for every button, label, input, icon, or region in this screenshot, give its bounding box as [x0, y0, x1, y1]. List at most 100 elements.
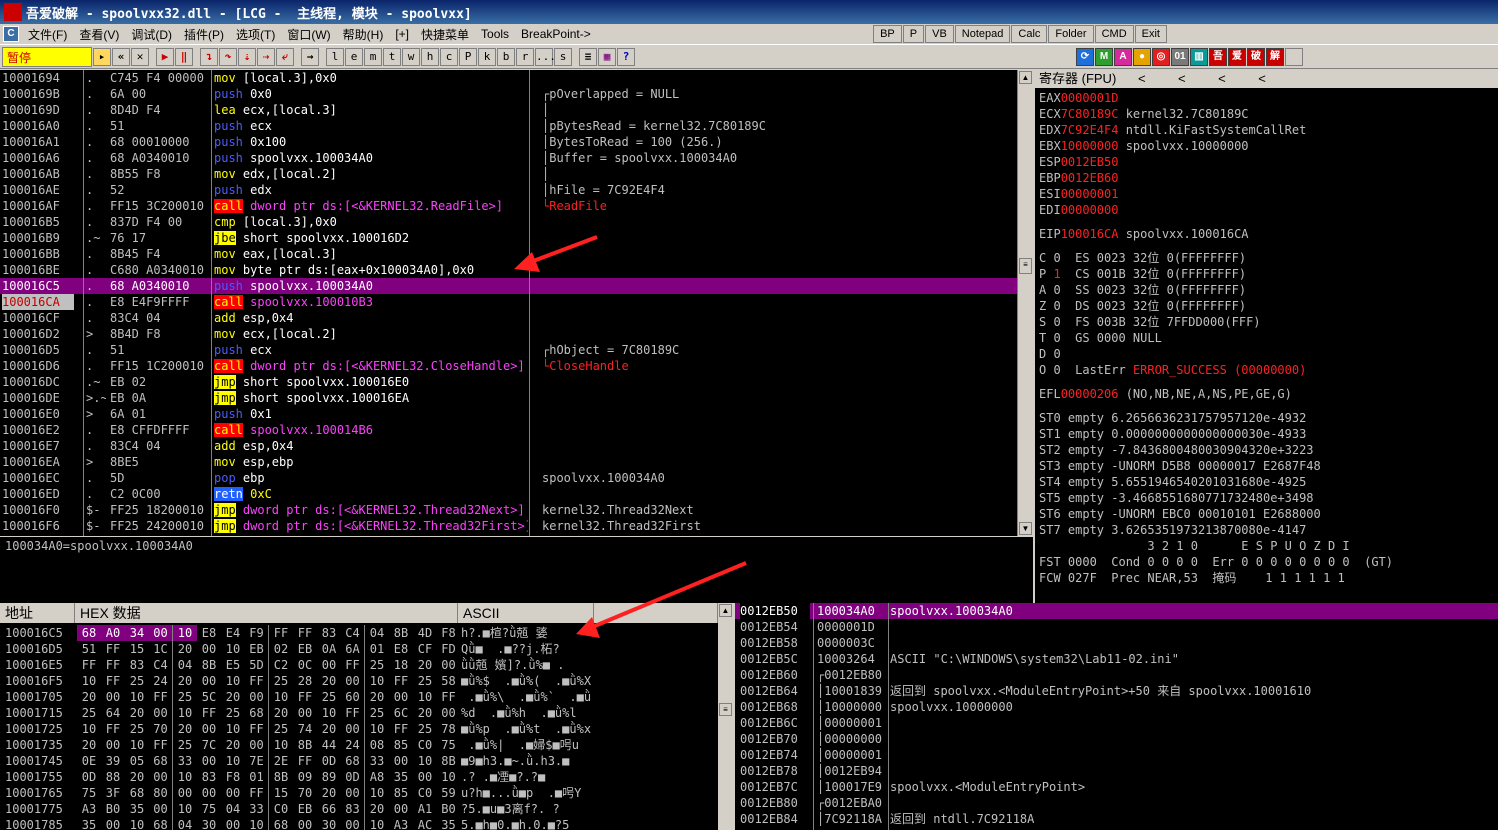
- dump-pane[interactable]: 地址 HEX 数据 ASCII 100016C5 68 A0 34 00 10 E8 E4 F9…: [0, 603, 733, 830]
- dump-byte[interactable]: 09: [293, 769, 317, 785]
- dump-byte[interactable]: C0: [413, 737, 437, 753]
- menu-item[interactable]: 选项(T): [230, 26, 281, 43]
- dump-byte[interactable]: 33: [173, 753, 197, 769]
- dump-byte[interactable]: 68: [125, 785, 149, 801]
- logo-ai-icon[interactable]: 爱: [1228, 47, 1246, 66]
- dump-byte[interactable]: FF: [149, 737, 173, 753]
- dump-header-address[interactable]: 地址: [0, 603, 75, 623]
- dump-byte[interactable]: EB: [245, 641, 269, 657]
- dump-row[interactable]: 100016C5 68 A0 34 00 10 E8 E4 F9 FF FF 83 C4 04 8B 4D F8…: [0, 625, 720, 641]
- system-menu-icon[interactable]: C: [3, 26, 19, 42]
- plugin-hex-icon[interactable]: ▥: [1190, 47, 1208, 66]
- dump-byte[interactable]: 20: [221, 737, 245, 753]
- disasm-row[interactable]: 100016ED. C2 0C00 retn 0xC: [0, 486, 1017, 502]
- dump-byte[interactable]: 10: [221, 641, 245, 657]
- dump-row[interactable]: 10001775 A3 B0 35 00 10 75 04 33 C0 EB 66 83 20 00 A1 B0…: [0, 801, 720, 817]
- register-eax[interactable]: EAX0000001D: [1039, 90, 1118, 106]
- dump-byte[interactable]: 20: [77, 737, 101, 753]
- register-ecx[interactable]: ECX7C80189C kernel32.7C80189C: [1039, 106, 1249, 122]
- stack-row[interactable]: 0012EB5C 10003264 ASCII "C:\WINDOWS\system…: [735, 651, 1498, 667]
- stack-row[interactable]: 0012EB54 0000001D: [735, 619, 1498, 635]
- dump-byte[interactable]: 04: [365, 625, 389, 641]
- dump-byte[interactable]: 20: [221, 689, 245, 705]
- dump-byte[interactable]: 8B: [437, 753, 457, 769]
- dump-byte[interactable]: 24: [149, 673, 173, 689]
- dump-byte[interactable]: 00: [317, 657, 341, 673]
- dump-row[interactable]: 10001705 20 00 10 FF 25 5C 20 00 10 FF 25 60 20 00 10 FF…: [0, 689, 720, 705]
- dump-byte[interactable]: 00: [197, 641, 221, 657]
- menu-item[interactable]: 快捷菜单: [415, 26, 475, 43]
- dump-byte[interactable]: 00: [149, 769, 173, 785]
- disasm-row[interactable]: 100016E0 >6A 01 push 0x1: [0, 406, 1017, 422]
- dump-byte[interactable]: 8B: [293, 737, 317, 753]
- dump-header-ascii[interactable]: ASCII: [458, 603, 594, 623]
- dump-byte[interactable]: 20: [413, 657, 437, 673]
- disassembly-pane[interactable]: 10001694. C745 F4 00000 mov [local.3],0x0 1…: [0, 70, 1017, 536]
- dump-byte[interactable]: 10: [269, 737, 293, 753]
- disasm-row[interactable]: 100016BE. C680 A0340010 mov byte ptr ds:[e…: [0, 262, 1017, 278]
- menu-item[interactable]: 查看(V): [73, 26, 125, 43]
- dump-byte[interactable]: 10: [269, 689, 293, 705]
- logo-po-icon[interactable]: 破: [1247, 47, 1265, 66]
- disasm-row[interactable]: 10001694. C745 F4 00000 mov [local.3],0x0: [0, 70, 1017, 86]
- trace-over-icon[interactable]: ⇢: [257, 47, 275, 66]
- dump-byte[interactable]: 00: [341, 817, 365, 830]
- dump-byte[interactable]: 24: [341, 737, 365, 753]
- dump-byte[interactable]: 00: [437, 705, 457, 721]
- dump-byte[interactable]: 08: [365, 737, 389, 753]
- dump-byte[interactable]: FF: [245, 785, 269, 801]
- dump-byte[interactable]: 01: [245, 769, 269, 785]
- dump-byte[interactable]: FF: [101, 721, 125, 737]
- dump-byte[interactable]: 10: [125, 817, 149, 830]
- dump-byte[interactable]: 68: [77, 625, 101, 641]
- dump-byte[interactable]: 10: [317, 705, 341, 721]
- dump-byte[interactable]: FF: [437, 689, 457, 705]
- register-esi[interactable]: ESI00000001: [1039, 186, 1118, 202]
- dump-byte[interactable]: 66: [317, 801, 341, 817]
- dump-byte[interactable]: FF: [293, 753, 317, 769]
- dump-byte[interactable]: 0D: [341, 769, 365, 785]
- dump-byte[interactable]: 00: [437, 657, 457, 673]
- dump-byte[interactable]: 68: [245, 705, 269, 721]
- register-edx[interactable]: EDX7C92E4F4 ntdll.KiFastSystemCallRet: [1039, 122, 1306, 138]
- dump-byte[interactable]: C0: [413, 785, 437, 801]
- menu-item[interactable]: 窗口(W): [281, 26, 336, 43]
- dump-byte[interactable]: 25: [77, 705, 101, 721]
- dump-byte[interactable]: FF: [77, 657, 101, 673]
- window-h-button[interactable]: h: [421, 47, 439, 66]
- dump-byte[interactable]: 00: [101, 817, 125, 830]
- dump-byte[interactable]: 20: [269, 705, 293, 721]
- dump-byte[interactable]: C2: [269, 657, 293, 673]
- register-eip[interactable]: EIP100016CA spoolvxx.100016CA: [1039, 226, 1249, 242]
- restart-icon[interactable]: «: [112, 47, 130, 66]
- dump-byte[interactable]: AC: [413, 817, 437, 830]
- disasm-row[interactable]: 100016C5. 68 A0340010 push spoolvxx.100034…: [0, 278, 1017, 294]
- dump-byte[interactable]: 0C: [293, 657, 317, 673]
- dump-byte[interactable]: 00: [173, 785, 197, 801]
- dump-byte[interactable]: 20: [317, 785, 341, 801]
- dump-byte[interactable]: FF: [341, 705, 365, 721]
- dump-byte[interactable]: 25: [413, 721, 437, 737]
- step-into-icon[interactable]: ↴: [200, 47, 218, 66]
- plugin-a-icon[interactable]: A: [1114, 47, 1132, 66]
- dump-row[interactable]: 10001715 25 64 20 00 10 FF 25 68 20 00 10 FF 25 6C 20 00…: [0, 705, 720, 721]
- dump-byte[interactable]: 30: [197, 817, 221, 830]
- stack-row[interactable]: 0012EB58 0000003C: [735, 635, 1498, 651]
- dump-byte[interactable]: B0: [101, 801, 125, 817]
- dump-byte[interactable]: 20: [173, 673, 197, 689]
- dump-byte[interactable]: C4: [341, 625, 365, 641]
- dump-byte[interactable]: FF: [245, 673, 269, 689]
- scroll-down-icon[interactable]: ▼: [1019, 522, 1032, 535]
- dump-byte[interactable]: 33: [365, 753, 389, 769]
- dump-byte[interactable]: 0D: [77, 769, 101, 785]
- dump-byte[interactable]: 35: [77, 817, 101, 830]
- dump-byte[interactable]: 15: [125, 641, 149, 657]
- dump-byte[interactable]: 75: [77, 785, 101, 801]
- disasm-row[interactable]: 100016D6. FF15 1C200010 call dword ptr ds:…: [0, 358, 1017, 374]
- dump-byte[interactable]: 00: [293, 705, 317, 721]
- menu-button-p[interactable]: P: [902, 25, 925, 43]
- dump-byte[interactable]: 00: [245, 689, 269, 705]
- dump-byte[interactable]: 20: [317, 721, 341, 737]
- dump-byte[interactable]: C0: [269, 801, 293, 817]
- flag-row[interactable]: S 0 FS 003B 32位 7FFDD000(FFF): [1039, 314, 1261, 330]
